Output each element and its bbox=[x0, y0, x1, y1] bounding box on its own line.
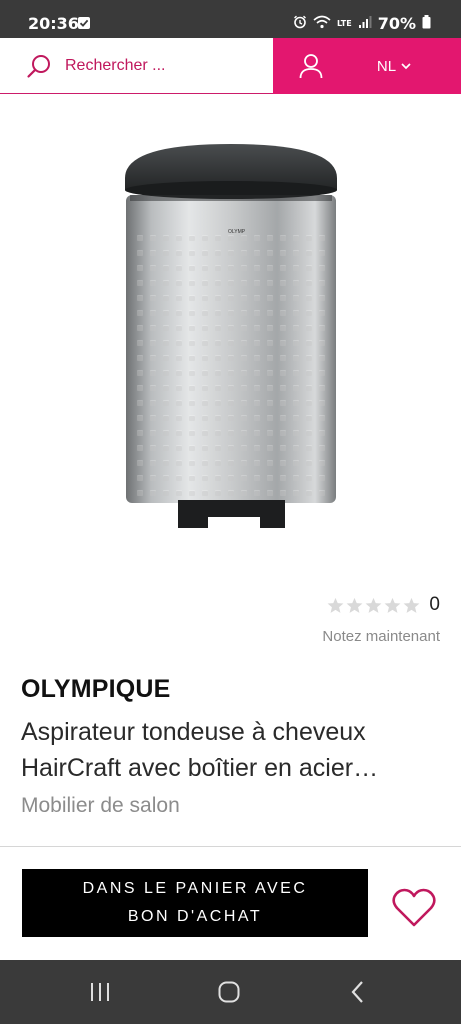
back-icon bbox=[351, 981, 363, 1003]
cart-button-line1: DANS LE PANIER AVEC bbox=[82, 880, 308, 897]
status-indicators: LTE 70% bbox=[293, 14, 431, 33]
cart-button-line2: BON D'ACHAT bbox=[127, 908, 263, 925]
add-to-cart-button[interactable]: DANS LE PANIER AVEC BON D'ACHAT bbox=[22, 869, 368, 937]
divider bbox=[0, 846, 461, 847]
site-header: Rechercher ... NL bbox=[0, 38, 461, 94]
status-bar: 20:36 LTE 70% bbox=[0, 0, 461, 38]
home-icon bbox=[218, 981, 240, 1003]
chevron-down-icon bbox=[401, 62, 411, 69]
home-button[interactable] bbox=[209, 978, 249, 1006]
search-icon bbox=[27, 55, 50, 78]
header-accent bbox=[440, 38, 461, 94]
search-input[interactable]: Rechercher ... bbox=[0, 38, 273, 94]
system-nav-bar bbox=[0, 960, 461, 1024]
star-icon bbox=[385, 597, 401, 613]
star-icon bbox=[328, 597, 344, 613]
product-category[interactable]: Mobilier de salon bbox=[21, 794, 180, 818]
signal-icon bbox=[358, 14, 372, 33]
account-button[interactable] bbox=[273, 38, 348, 94]
alarm-icon bbox=[293, 14, 307, 33]
product-logo: OLYMP bbox=[228, 229, 246, 235]
battery-icon bbox=[422, 14, 431, 33]
product-image[interactable]: OLYMP bbox=[120, 140, 342, 532]
recent-apps-button[interactable] bbox=[80, 978, 120, 1006]
search-placeholder: Rechercher ... bbox=[65, 57, 166, 74]
checkbox-notification-icon bbox=[78, 17, 90, 29]
language-label: NL bbox=[376, 57, 397, 75]
battery-percent: 70% bbox=[377, 14, 416, 33]
rating[interactable]: 0 bbox=[327, 594, 440, 616]
rating-count: 0 bbox=[429, 594, 440, 615]
product-brand[interactable]: OLYMPIQUE bbox=[21, 675, 171, 704]
status-time: 20:36 bbox=[28, 14, 79, 33]
back-button[interactable] bbox=[338, 978, 378, 1006]
heart-icon bbox=[392, 888, 436, 927]
product-title: Aspirateur tondeuse à cheveux HairCraft … bbox=[21, 714, 446, 786]
product-title-line2: HairCraft avec boîtier en acier… bbox=[21, 754, 379, 782]
star-icon bbox=[404, 597, 420, 613]
product-title-line1: Aspirateur tondeuse à cheveux bbox=[21, 718, 366, 746]
user-icon bbox=[299, 54, 322, 79]
wifi-icon bbox=[313, 14, 331, 33]
star-icon bbox=[347, 597, 363, 613]
star-icon bbox=[366, 597, 382, 613]
wishlist-button[interactable] bbox=[392, 888, 436, 928]
recent-apps-icon bbox=[91, 983, 109, 1001]
lte-label: LTE bbox=[337, 18, 352, 28]
language-selector[interactable]: NL bbox=[348, 38, 440, 94]
rate-now-link[interactable]: Notez maintenant bbox=[322, 628, 440, 645]
